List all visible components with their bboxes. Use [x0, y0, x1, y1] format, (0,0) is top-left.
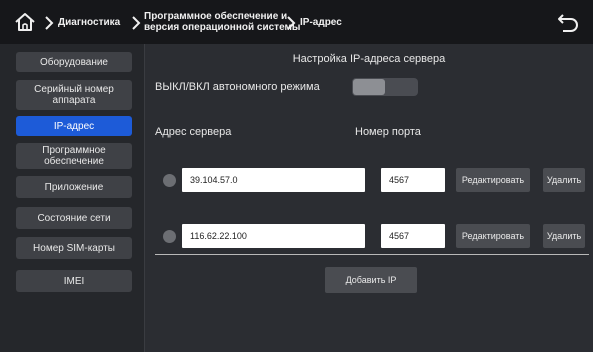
chevron-right-icon: [132, 16, 141, 30]
server-select-radio[interactable]: [163, 174, 176, 187]
server-select-radio[interactable]: [163, 230, 176, 243]
sidebar-item-hardware[interactable]: Оборудование: [16, 52, 132, 72]
back-icon[interactable]: [557, 12, 579, 32]
port-field[interactable]: 4567: [381, 224, 445, 248]
chevron-right-icon: [287, 16, 296, 30]
breadcrumb-line: Программное обеспечение и: [144, 11, 288, 22]
sidebar: Оборудование Серийный номер аппарата IP-…: [0, 44, 145, 352]
home-icon[interactable]: [14, 11, 36, 33]
sidebar-item-network-status[interactable]: Состояние сети: [16, 207, 132, 229]
server-address-field[interactable]: 116.62.22.100: [182, 224, 365, 248]
toggle-knob: [353, 79, 385, 95]
sidebar-item-sim-number[interactable]: Номер SIM-карты: [16, 237, 132, 259]
delete-button[interactable]: Удалить: [543, 224, 585, 248]
sidebar-item-ip-address[interactable]: IP-адрес: [16, 116, 132, 136]
sidebar-item-serial-number[interactable]: Серийный номер аппарата: [16, 80, 132, 110]
page-title: Настройка IP-адреса сервера: [292, 53, 446, 65]
sidebar-item-application[interactable]: Приложение: [16, 176, 132, 198]
edit-button[interactable]: Редактировать: [456, 168, 530, 192]
sidebar-item-imei[interactable]: IMEI: [16, 270, 132, 292]
breadcrumb-diagnostics[interactable]: Диагностика: [58, 17, 120, 28]
divider: [155, 254, 589, 255]
port-field[interactable]: 4567: [381, 168, 445, 192]
add-ip-button[interactable]: Добавить IP: [325, 267, 417, 293]
breadcrumb-software-version[interactable]: Программное обеспечение и версия операци…: [144, 11, 300, 33]
server-address-header: Адрес сервера: [155, 126, 232, 138]
sidebar-item-software[interactable]: Программное обеспечение: [16, 143, 132, 169]
breadcrumb-line: версия операционной системы: [144, 22, 301, 33]
breadcrumb-ip-address: IP-адрес: [300, 17, 342, 28]
port-number-header: Номер порта: [355, 126, 421, 138]
main-panel: Настройка IP-адреса сервера ВЫКЛ/ВКЛ авт…: [145, 44, 593, 352]
server-address-field[interactable]: 39.104.57.0: [182, 168, 365, 192]
delete-button[interactable]: Удалить: [543, 168, 585, 192]
top-bar: Диагностика Программное обеспечение и ве…: [0, 0, 593, 44]
offline-mode-label: ВЫКЛ/ВКЛ автономного режима: [155, 81, 320, 93]
chevron-right-icon: [45, 16, 54, 30]
offline-mode-toggle[interactable]: [352, 78, 418, 96]
edit-button[interactable]: Редактировать: [456, 224, 530, 248]
